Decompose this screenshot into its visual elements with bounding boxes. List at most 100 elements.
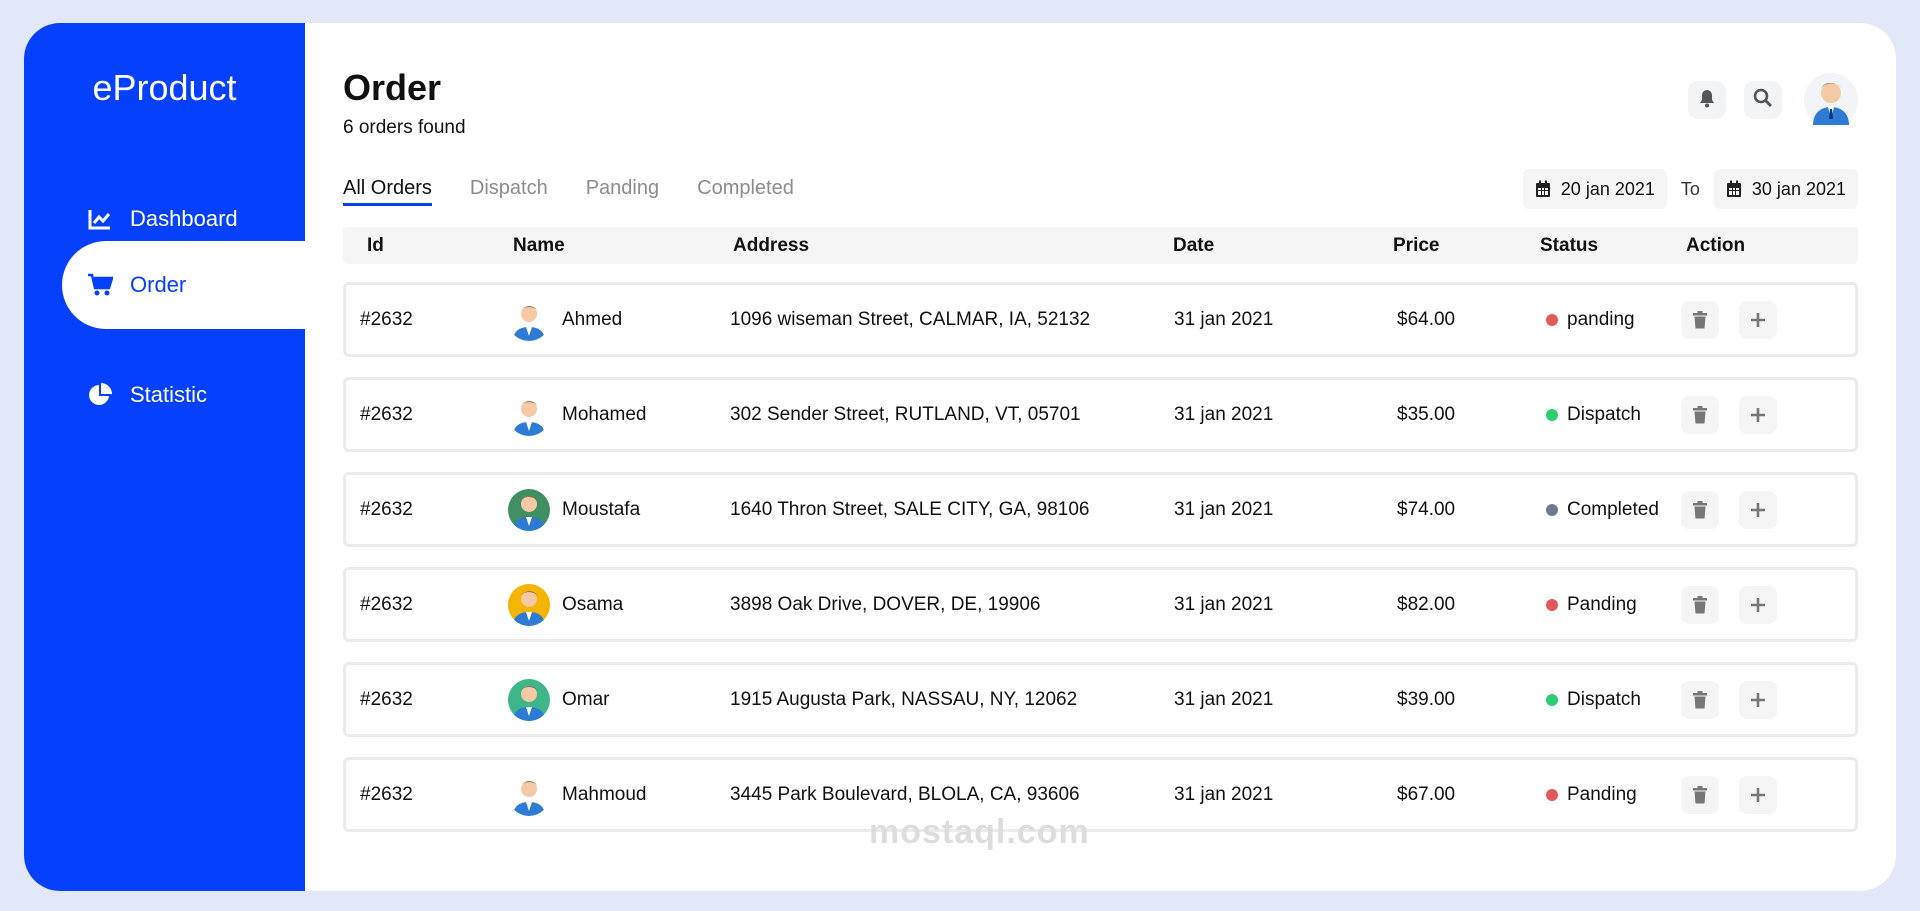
calendar-icon [1535, 180, 1551, 198]
sidebar-item-label: Statistic [130, 382, 208, 407]
plus-icon [1751, 692, 1765, 707]
customer-avatar [508, 773, 550, 816]
tab-all-orders[interactable]: All Orders [343, 177, 432, 206]
customer-name: Moustafa [562, 498, 641, 520]
customer-avatar [508, 678, 550, 721]
status-dot [1546, 788, 1558, 801]
order-id: #2632 [360, 498, 413, 520]
user-avatar[interactable] [1804, 73, 1858, 127]
add-button[interactable] [1739, 680, 1777, 719]
shopping-cart-icon [85, 270, 115, 300]
row-actions [1681, 285, 1777, 354]
order-tabs: All Orders Dispatch Panding Completed [343, 177, 832, 206]
order-address: 1096 wiseman Street, CALMAR, IA, 52132 [730, 308, 1091, 330]
customer-name: Ahmed [562, 308, 623, 330]
order-price: $82.00 [1397, 593, 1456, 615]
column-header-action: Action [1686, 235, 1746, 256]
plus-icon [1751, 407, 1765, 422]
column-header-name[interactable]: Name [513, 235, 565, 257]
order-price: $67.00 [1397, 783, 1456, 805]
customer-cell: Omar [508, 665, 610, 734]
status-badge: Panding [1546, 760, 1637, 829]
date-range-separator: To [1680, 178, 1700, 199]
app-frame: eProduct Dashboard Order Statistic Order… [24, 23, 1896, 891]
column-header-address[interactable]: Address [733, 235, 809, 257]
sidebar-item-label: Order [130, 272, 187, 297]
chart-line-icon [85, 204, 115, 234]
delete-button[interactable] [1681, 680, 1719, 719]
tab-panding[interactable]: Panding [586, 177, 659, 206]
customer-cell: Ahmed [508, 285, 622, 354]
table-header: Id Name Address Date Price Status Action [343, 227, 1858, 264]
order-id: #2632 [360, 308, 413, 330]
column-header-price[interactable]: Price [1393, 235, 1439, 257]
sidebar-item-label: Dashboard [130, 206, 238, 231]
delete-button[interactable] [1681, 775, 1719, 814]
orders-count: 6 orders found [343, 117, 466, 138]
status-badge: Panding [1546, 570, 1637, 639]
status-badge: panding [1546, 285, 1635, 354]
customer-avatar [508, 393, 550, 436]
table-row[interactable]: #2632 Moustafa 1640 Thron Street, SALE CIT… [343, 472, 1858, 547]
trash-icon [1693, 310, 1707, 328]
delete-button[interactable] [1681, 490, 1719, 529]
order-date: 31 jan 2021 [1174, 308, 1274, 330]
order-id: #2632 [360, 688, 413, 710]
status-dot [1546, 503, 1558, 516]
order-date: 31 jan 2021 [1174, 783, 1274, 805]
sidebar-item-statistic[interactable]: Statistic [62, 351, 305, 439]
delete-button[interactable] [1681, 300, 1719, 339]
order-date: 31 jan 2021 [1174, 403, 1274, 425]
add-button[interactable] [1739, 775, 1777, 814]
date-from-value: 20 jan 2021 [1560, 178, 1655, 199]
tab-dispatch[interactable]: Dispatch [470, 177, 548, 206]
table-row[interactable]: #2632 Ahmed 1096 wiseman Street, CALMAR, I… [343, 282, 1858, 357]
search-icon [1753, 88, 1773, 113]
trash-icon [1693, 500, 1707, 518]
plus-icon [1751, 597, 1765, 612]
status-label: Panding [1567, 593, 1637, 615]
date-from-picker[interactable]: 20 jan 2021 [1522, 169, 1667, 209]
customer-name: Mahmoud [562, 783, 647, 805]
tab-completed[interactable]: Completed [697, 177, 794, 206]
table-row[interactable]: #2632 Mohamed 302 Sender Street, RUTLAND, … [343, 377, 1858, 452]
trash-icon [1693, 785, 1707, 803]
order-address: 302 Sender Street, RUTLAND, VT, 05701 [730, 403, 1081, 425]
status-label: Dispatch [1567, 688, 1641, 710]
status-badge: Completed [1546, 475, 1659, 544]
calendar-icon [1726, 180, 1742, 198]
delete-button[interactable] [1681, 395, 1719, 434]
add-button[interactable] [1739, 300, 1777, 339]
status-badge: Dispatch [1546, 380, 1641, 449]
table-row[interactable]: #2632 Omar 1915 Augusta Park, NASSAU, NY, … [343, 662, 1858, 737]
add-button[interactable] [1739, 490, 1777, 529]
order-date: 31 jan 2021 [1174, 498, 1274, 520]
column-header-status[interactable]: Status [1540, 235, 1598, 257]
order-price: $39.00 [1397, 688, 1456, 710]
status-dot [1546, 313, 1558, 326]
column-header-date[interactable]: Date [1173, 235, 1214, 257]
customer-avatar [508, 583, 550, 626]
customer-cell: Mahmoud [508, 760, 647, 829]
customer-name: Mohamed [562, 403, 647, 425]
status-dot [1546, 598, 1558, 611]
order-address: 1915 Augusta Park, NASSAU, NY, 12062 [730, 688, 1078, 710]
add-button[interactable] [1739, 585, 1777, 624]
search-button[interactable] [1744, 81, 1782, 119]
order-address: 3898 Oak Drive, DOVER, DE, 19906 [730, 593, 1041, 615]
table-row[interactable]: #2632 Osama 3898 Oak Drive, DOVER, DE, 199… [343, 567, 1858, 642]
status-badge: Dispatch [1546, 665, 1641, 734]
date-range: 20 jan 2021 To 30 jan 2021 [1522, 169, 1858, 209]
status-label: Panding [1567, 783, 1637, 805]
trash-icon [1693, 690, 1707, 708]
add-button[interactable] [1739, 395, 1777, 434]
date-to-picker[interactable]: 30 jan 2021 [1713, 169, 1858, 209]
table-row[interactable]: #2632 Mahmoud 3445 Park Boulevard, BLOLA, … [343, 757, 1858, 832]
column-header-id[interactable]: Id [367, 235, 384, 257]
status-label: Dispatch [1567, 403, 1641, 425]
sidebar-item-order[interactable]: Order [62, 241, 305, 329]
delete-button[interactable] [1681, 585, 1719, 624]
notification-button[interactable] [1688, 81, 1726, 119]
row-actions [1681, 380, 1777, 449]
customer-avatar [508, 488, 550, 531]
